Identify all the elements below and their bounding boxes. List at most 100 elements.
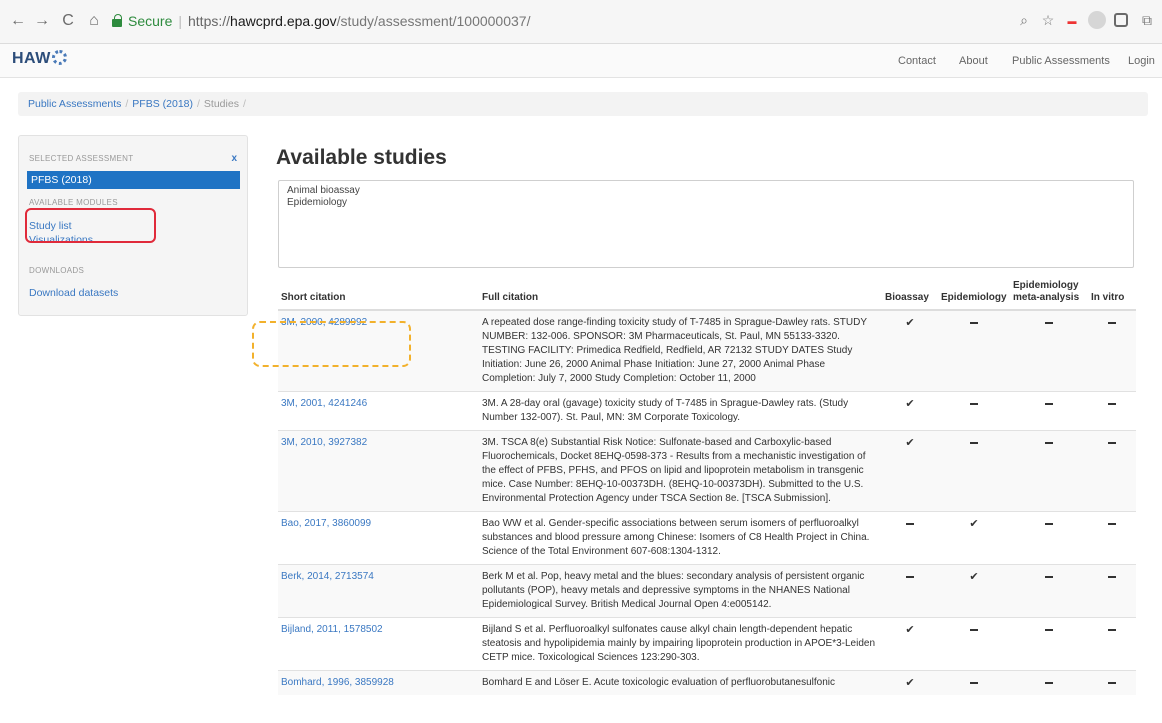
study-type-filter[interactable]: Animal bioassay Epidemiology [278,180,1134,268]
short-citation-link[interactable]: Bijland, 2011, 1578502 [281,624,383,635]
lock-icon [112,14,122,27]
browser-toolbar: ← → C ⌂ Secure | https://hawcprd.epa.gov… [0,0,1162,44]
check-icon: ✔ [938,511,1010,565]
nav-login[interactable]: Login [1128,55,1155,67]
dash-icon [1088,670,1136,695]
breadcrumb-pfbs[interactable]: PFBS (2018) [132,98,193,110]
table-row: Bao, 2017, 3860099 Bao WW et al. Gender-s… [278,511,1136,565]
column-epidemiology[interactable]: Epidemiology [938,280,1010,311]
check-icon: ✔ [882,617,938,671]
close-assessment-icon[interactable]: x [231,153,237,164]
full-citation-cell: 3M. A 28-day oral (gavage) toxicity stud… [479,391,882,431]
short-citation-cell: 3M, 2010, 3927382 [278,430,479,512]
check-icon: ✔ [882,430,938,512]
dash-icon [1010,670,1088,695]
highlight-study-list-annotation [25,208,156,243]
table-row: 3M, 2001, 4241246 3M. A 28-day oral (gava… [278,391,1136,431]
star-icon[interactable]: ☆ [1039,11,1057,29]
full-citation-cell: 3M. TSCA 8(e) Substantial Risk Notice: S… [479,430,882,512]
table-row: Bijland, 2011, 1578502 Bijland S et al. P… [278,617,1136,671]
home-icon[interactable]: ⌂ [84,10,104,32]
column-bioassay[interactable]: Bioassay [882,280,938,311]
app-navbar: HAW Contact About Public Assessments Log… [0,44,1162,78]
dash-icon [1010,391,1088,431]
ebay-extension-icon[interactable]: ▬ [1063,12,1081,30]
dash-icon [1088,564,1136,618]
extension-puzzle-icon[interactable]: ⧉ [1138,11,1156,29]
column-epidemiology-meta-analysis[interactable]: Epidemiology meta-analysis [1010,280,1088,311]
url-scheme: https:// [188,13,231,29]
short-citation-link[interactable]: Bao, 2017, 3860099 [281,518,371,529]
check-icon: ✔ [882,391,938,431]
dash-icon [938,430,1010,512]
full-citation-cell: Bijland S et al. Perfluoroalkyl sulfonat… [479,617,882,671]
breadcrumb-public-assessments[interactable]: Public Assessments [28,98,121,110]
dash-icon [938,391,1010,431]
nav-contact[interactable]: Contact [898,55,936,67]
sidebar-item-download-datasets[interactable]: Download datasets [29,287,118,299]
full-citation-cell: A repeated dose range-finding toxicity s… [479,309,882,392]
short-citation-link[interactable]: 3M, 2001, 4241246 [281,398,367,409]
column-short-citation[interactable]: Short citation [278,280,479,311]
dash-icon [1010,309,1088,392]
dash-icon [882,511,938,565]
page-title: Available studies [276,146,447,169]
downloads-header: DOWNLOADS [29,266,85,275]
short-citation-link[interactable]: Bomhard, 1996, 3859928 [281,677,394,688]
forward-arrow-icon[interactable]: → [32,10,52,32]
table-header-row: Short citation Full citation Bioassay Ep… [278,280,1136,311]
full-citation-cell: Berk M et al. Pop, heavy metal and the b… [479,564,882,618]
url-host: hawcprd.epa.gov [230,13,337,29]
check-icon: ✔ [882,670,938,695]
check-icon: ✔ [882,309,938,392]
dash-icon [1010,617,1088,671]
study-type-option[interactable]: Animal bioassay [287,185,1125,197]
url-separator: | [178,13,182,29]
column-in-vitro[interactable]: In vitro [1088,280,1136,311]
hawc-logo[interactable]: HAW [12,50,68,68]
full-citation-cell: Bao WW et al. Gender-specific associatio… [479,511,882,565]
short-citation-cell: Berk, 2014, 2713574 [278,564,479,618]
address-bar[interactable]: Secure | https://hawcprd.epa.gov/study/a… [112,7,1012,35]
dash-icon [1088,617,1136,671]
breadcrumb-current: Studies [203,98,239,110]
secure-label: Secure [128,13,173,29]
short-citation-cell: Bomhard, 1996, 3859928 [278,670,479,695]
back-arrow-icon[interactable]: ← [8,10,28,32]
dash-icon [1088,511,1136,565]
dash-icon [1088,391,1136,431]
dash-icon [1010,430,1088,512]
url-path: /study/assessment/100000037/ [336,13,531,29]
nav-public-assessments[interactable]: Public Assessments [1012,55,1110,67]
dash-icon [1010,511,1088,565]
dash-icon [938,670,1010,695]
dash-icon [938,617,1010,671]
modules-header: AVAILABLE MODULES [29,198,118,207]
highlight-citation-annotation [252,321,411,367]
check-icon: ✔ [938,564,1010,618]
short-citation-link[interactable]: 3M, 2010, 3927382 [281,437,367,448]
short-citation-link[interactable]: Berk, 2014, 2713574 [281,571,374,582]
nav-about[interactable]: About [959,55,988,67]
dash-icon [938,309,1010,392]
selected-assessment-header: SELECTED ASSESSMENT [29,154,134,163]
selected-assessment[interactable]: PFBS (2018) [27,171,240,189]
table-row: Berk, 2014, 2713574 Berk M et al. Pop, he… [278,564,1136,618]
zoom-icon[interactable]: ⌕ [1015,11,1033,29]
extension-square-icon[interactable] [1114,13,1128,27]
dash-icon [1010,564,1088,618]
breadcrumb: Public Assessments / PFBS (2018) / Studies / [18,92,1148,116]
table-row: Bomhard, 1996, 3859928 Bomhard E and Löse… [278,670,1136,695]
short-citation-cell: Bao, 2017, 3860099 [278,511,479,565]
study-type-option[interactable]: Epidemiology [287,197,1125,209]
dash-icon [1088,309,1136,392]
short-citation-cell: Bijland, 2011, 1578502 [278,617,479,671]
full-citation-cell: Bomhard E and Löser E. Acute toxicologic… [479,670,882,695]
table-row: 3M, 2010, 3927382 3M. TSCA 8(e) Substanti… [278,430,1136,512]
dash-icon [1088,430,1136,512]
short-citation-cell: 3M, 2001, 4241246 [278,391,479,431]
reload-icon[interactable]: C [58,10,78,32]
dash-icon [882,564,938,618]
column-full-citation[interactable]: Full citation [479,280,882,311]
extension-circle-icon[interactable] [1088,11,1106,29]
